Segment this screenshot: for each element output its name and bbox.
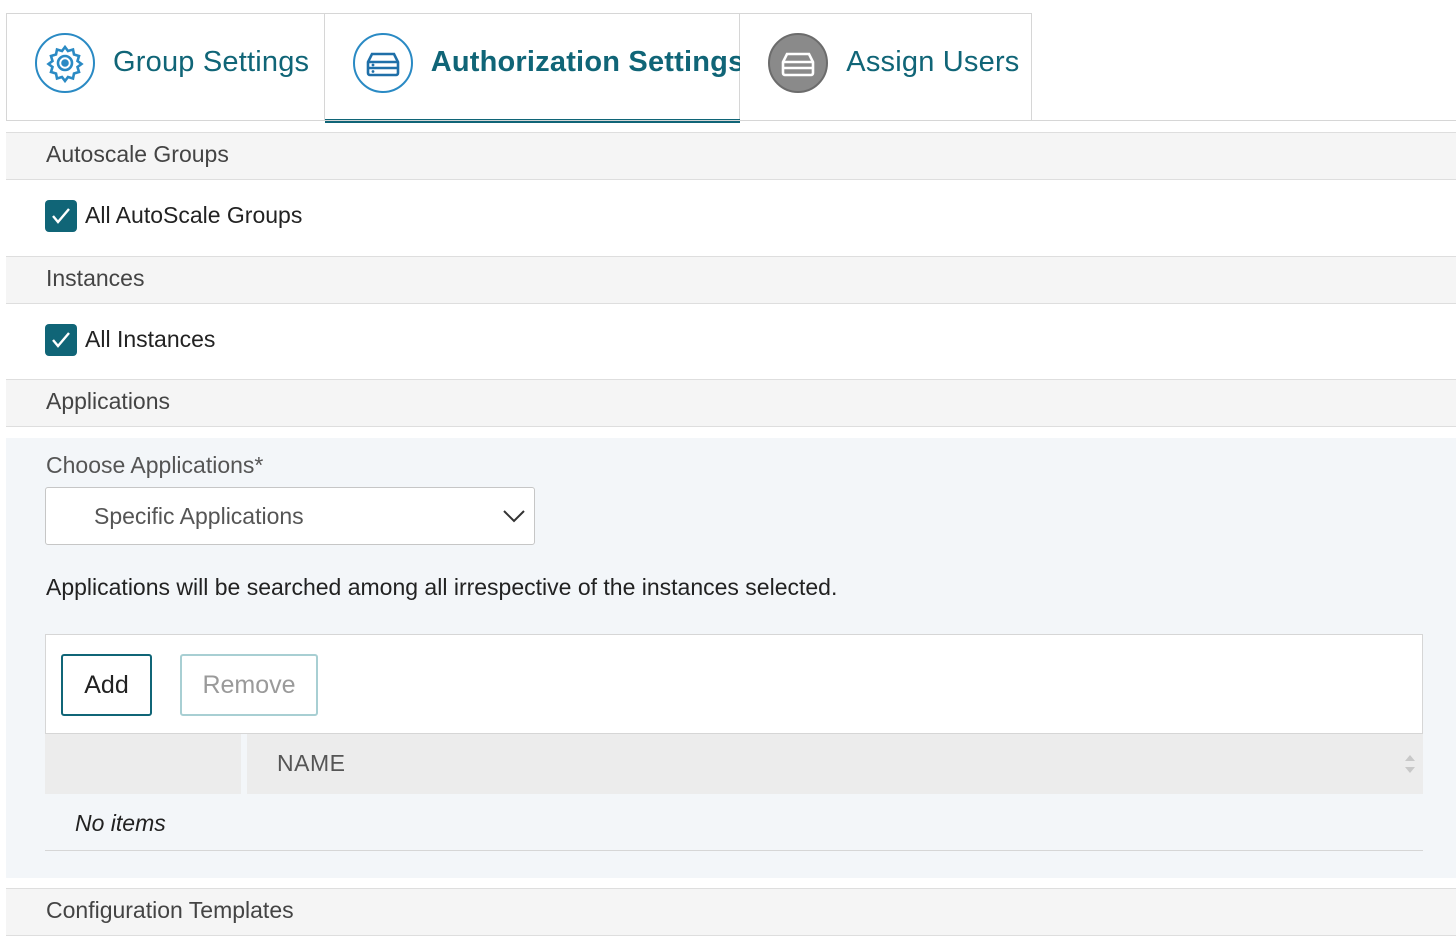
section-title: Configuration Templates — [46, 897, 294, 923]
all-instances-checkbox[interactable] — [45, 324, 77, 356]
checkbox-label: All Instances — [85, 326, 216, 352]
sort-icon[interactable] — [1403, 752, 1417, 776]
all-autoscale-groups-checkbox[interactable] — [45, 200, 77, 232]
tab-label: Group Settings — [113, 46, 310, 78]
checkmark-icon — [52, 208, 70, 224]
table-divider — [45, 850, 1423, 851]
chevron-down-icon — [503, 510, 525, 523]
instances-checkbox-row: All Instances — [6, 305, 1456, 380]
tab-label: Assign Users — [846, 46, 1020, 78]
server-icon — [768, 33, 829, 93]
column-title: NAME — [277, 750, 346, 776]
section-title: Instances — [46, 265, 145, 291]
tab-assign-users[interactable]: Assign Users — [740, 13, 1032, 121]
section-title: Applications — [46, 388, 171, 414]
tab-authorization-settings[interactable]: Authorization Settings — [324, 13, 744, 123]
section-title: Autoscale Groups — [46, 141, 229, 167]
autoscale-checkbox-row: All AutoScale Groups — [6, 181, 1456, 256]
checkmark-icon — [52, 332, 70, 348]
applications-info-text: Applications will be searched among all … — [46, 574, 838, 600]
tab-bar: Group Settings Authorization Settings As… — [6, 13, 1032, 123]
choose-applications-label: Choose Applications* — [46, 452, 264, 478]
section-header-autoscale-groups: Autoscale Groups — [6, 132, 1456, 180]
section-header-configuration-templates: Configuration Templates — [6, 888, 1456, 936]
checkbox-label: All AutoScale Groups — [85, 202, 303, 228]
table-header: NAME — [45, 734, 1423, 794]
add-button[interactable]: Add — [61, 654, 152, 716]
select-value: Specific Applications — [94, 503, 304, 529]
section-header-applications: Applications — [6, 379, 1456, 427]
name-column-header[interactable]: NAME — [247, 734, 1423, 794]
server-icon — [352, 33, 413, 93]
tab-group-settings[interactable]: Group Settings — [6, 13, 325, 121]
section-header-instances: Instances — [6, 256, 1456, 304]
empty-table-message: No items — [75, 810, 166, 836]
tab-divider — [6, 120, 1456, 121]
tab-label: Authorization Settings — [430, 46, 745, 78]
remove-button[interactable]: Remove — [180, 654, 318, 716]
choose-applications-select[interactable]: Specific Applications — [45, 487, 535, 545]
applications-toolbar: Add Remove — [45, 634, 1423, 734]
select-column-header — [45, 734, 241, 794]
gear-icon — [35, 33, 95, 93]
applications-panel: Choose Applications* Specific Applicatio… — [6, 438, 1456, 878]
